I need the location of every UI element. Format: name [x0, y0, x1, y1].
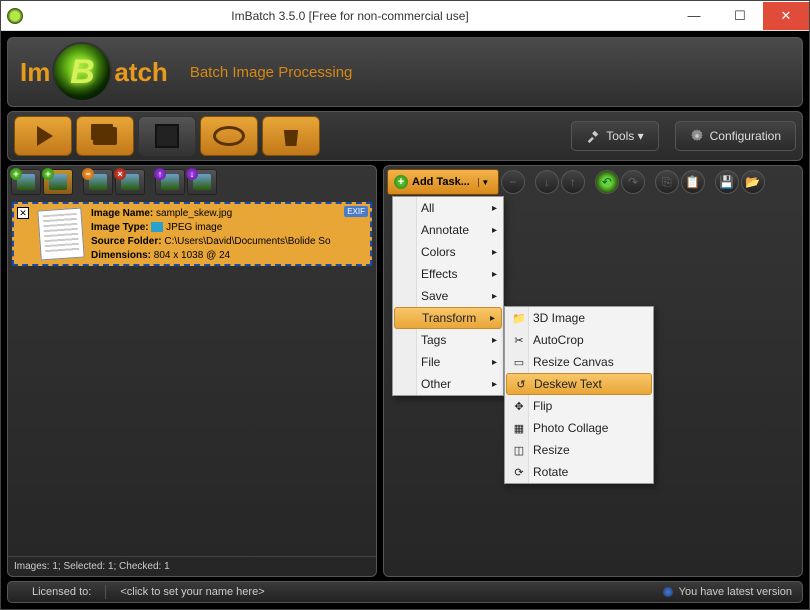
tools-menu-button[interactable]: Tools ▾ — [571, 121, 658, 151]
logo-b-icon: B — [52, 42, 112, 102]
menu-item-all[interactable]: All▸ — [393, 197, 503, 219]
task-remove-button[interactable]: − — [501, 170, 525, 194]
paste-button[interactable]: 📋 — [681, 170, 705, 194]
maximize-button[interactable]: ☐ — [717, 2, 763, 30]
deskew-icon: ↺ — [513, 376, 529, 392]
app-icon — [7, 8, 23, 24]
app-header: Im B atch Batch Image Processing — [7, 37, 803, 107]
menu-item-effects[interactable]: Effects▸ — [393, 263, 503, 285]
menu-item-resize[interactable]: ◫Resize — [505, 439, 653, 461]
collage-icon: ▦ — [511, 420, 527, 436]
menu-item-colors[interactable]: Colors▸ — [393, 241, 503, 263]
save-tasks-button[interactable]: 💾 — [715, 170, 739, 194]
licensed-label: Licensed to: — [18, 586, 105, 598]
run-button[interactable] — [14, 116, 72, 156]
window-title: ImBatch 3.5.0 [Free for non-commercial u… — [29, 9, 671, 23]
task-toolbar: + Add Task... ▼ − ↓ ↑ ↶ ↷ ⎘ 📋 💾 — [384, 166, 802, 198]
license-name-hint[interactable]: <click to set your name here> — [106, 586, 278, 598]
resize-icon: ◫ — [511, 442, 527, 458]
canvas-icon: ▭ — [511, 354, 527, 370]
task-up-button[interactable]: ↑ — [561, 170, 585, 194]
open-button[interactable] — [76, 116, 134, 156]
main-panes: + + − × ↑ ↓ ✕ Image Name: sample_skew.jp… — [7, 165, 803, 577]
image-thumbnail — [37, 208, 84, 261]
menu-item-photo-collage[interactable]: ▦Photo Collage — [505, 417, 653, 439]
image-list-toolbar: + + − × ↑ ↓ — [8, 166, 376, 198]
add-image-button[interactable]: + — [11, 169, 41, 195]
client-area: Im B atch Batch Image Processing Tools ▾… — [1, 31, 809, 609]
tools-icon — [586, 129, 600, 143]
copy-button[interactable]: ⎘ — [655, 170, 679, 194]
redo-button[interactable]: ↷ — [621, 170, 645, 194]
jpeg-icon — [151, 222, 163, 232]
update-indicator-icon — [663, 587, 673, 597]
main-toolbar: Tools ▾ Configuration — [7, 111, 803, 161]
task-down-button[interactable]: ↓ — [535, 170, 559, 194]
menu-item-rotate[interactable]: ⟳Rotate — [505, 461, 653, 483]
load-tasks-button[interactable]: 📂 — [741, 170, 765, 194]
undo-button[interactable]: ↶ — [595, 170, 619, 194]
menu-item-other[interactable]: Other▸ — [393, 373, 503, 395]
preview-button[interactable] — [200, 116, 258, 156]
task-pane: + Add Task... ▼ − ↓ ↑ ↶ ↷ ⎘ 📋 💾 — [383, 165, 803, 577]
menu-item-flip[interactable]: ✥Flip — [505, 395, 653, 417]
rotate-icon: ⟳ — [511, 464, 527, 480]
clear-button[interactable] — [262, 116, 320, 156]
image-list-status: Images: 1; Selected: 1; Checked: 1 — [8, 556, 376, 576]
version-status: You have latest version — [679, 586, 792, 598]
gear-icon — [690, 129, 704, 143]
configuration-button[interactable]: Configuration — [675, 121, 796, 151]
save-button[interactable] — [138, 116, 196, 156]
add-task-menu: All▸ Annotate▸ Colors▸ Effects▸ Save▸ Tr… — [392, 196, 504, 396]
app-subtitle: Batch Image Processing — [190, 64, 353, 81]
menu-item-save[interactable]: Save▸ — [393, 285, 503, 307]
folder-icon: 📁 — [511, 310, 527, 326]
image-list-item[interactable]: ✕ Image Name: sample_skew.jpg Image Type… — [12, 202, 372, 266]
menu-item-annotate[interactable]: Annotate▸ — [393, 219, 503, 241]
close-button[interactable]: ✕ — [763, 2, 809, 30]
image-info: Image Name: sample_skew.jpg Image Type: … — [91, 207, 367, 261]
menu-item-deskew-text[interactable]: ↺Deskew Text — [506, 373, 652, 395]
image-list-pane: + + − × ↑ ↓ ✕ Image Name: sample_skew.jp… — [7, 165, 377, 577]
menu-item-autocrop[interactable]: ✂AutoCrop — [505, 329, 653, 351]
add-task-button[interactable]: + Add Task... ▼ — [387, 169, 499, 195]
menu-item-3d-image[interactable]: 📁3D Image — [505, 307, 653, 329]
plus-icon: + — [394, 175, 408, 189]
flip-icon: ✥ — [511, 398, 527, 414]
menu-item-file[interactable]: File▸ — [393, 351, 503, 373]
menu-item-resize-canvas[interactable]: ▭Resize Canvas — [505, 351, 653, 373]
remove-image-button[interactable]: − — [83, 169, 113, 195]
move-down-button[interactable]: ↓ — [187, 169, 217, 195]
minimize-button[interactable]: — — [671, 2, 717, 30]
add-task-dropdown[interactable]: ▼ — [478, 178, 492, 187]
crop-icon: ✂ — [511, 332, 527, 348]
add-folder-button[interactable]: + — [43, 169, 73, 195]
remove-all-button[interactable]: × — [115, 169, 145, 195]
titlebar: ImBatch 3.5.0 [Free for non-commercial u… — [1, 1, 809, 31]
app-window: ImBatch 3.5.0 [Free for non-commercial u… — [0, 0, 810, 610]
exif-badge[interactable]: EXIF — [344, 206, 368, 217]
status-bar: Licensed to: <click to set your name her… — [7, 581, 803, 603]
image-checkbox[interactable]: ✕ — [17, 207, 29, 219]
menu-item-tags[interactable]: Tags▸ — [393, 329, 503, 351]
move-up-button[interactable]: ↑ — [155, 169, 185, 195]
menu-item-transform[interactable]: Transform▸ — [394, 307, 502, 329]
app-logo: Im B atch — [20, 42, 168, 102]
transform-submenu: 📁3D Image ✂AutoCrop ▭Resize Canvas ↺Desk… — [504, 306, 654, 484]
